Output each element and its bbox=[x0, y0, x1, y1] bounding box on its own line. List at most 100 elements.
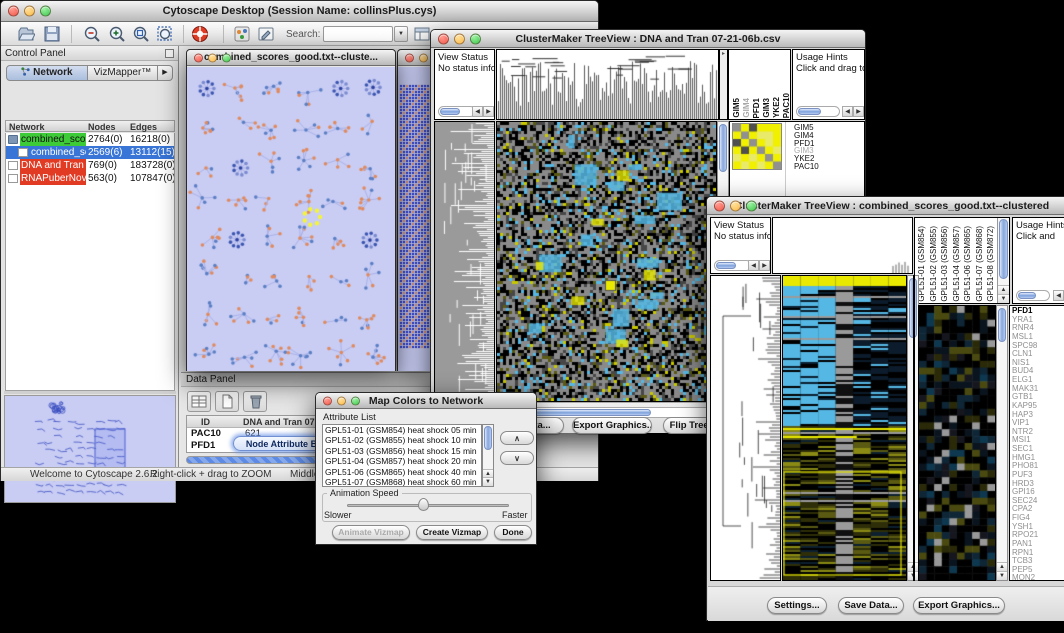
annotation-icon[interactable] bbox=[257, 25, 275, 43]
open-file-icon[interactable] bbox=[17, 25, 35, 43]
tv1-column-dendrogram[interactable] bbox=[496, 49, 719, 120]
tv1-usage-scrollbar[interactable]: ◀▶ bbox=[796, 106, 864, 117]
new-attribute-icon[interactable] bbox=[215, 391, 239, 412]
tv2-labels-vscrollbar[interactable]: ▲▼ bbox=[997, 218, 1009, 303]
tv1-column-label[interactable]: GIM4 bbox=[742, 98, 752, 118]
tv2-usage-scrollbar[interactable]: ◀▶ bbox=[1016, 290, 1064, 301]
treeview1-titlebar[interactable]: ClusterMaker TreeView : DNA and Tran 07-… bbox=[431, 30, 865, 48]
zoom-button[interactable] bbox=[40, 6, 51, 17]
treeview2-titlebar[interactable]: ClusterMaker TreeView : combined_scores_… bbox=[707, 197, 1064, 215]
tv2-column-label[interactable]: GPL51-02 (GSM855) bbox=[929, 226, 941, 302]
attribute-item[interactable]: GPL51-06 (GSM865) heat shock 40 min bbox=[323, 467, 481, 477]
tv1-column-label[interactable]: PFD1 bbox=[752, 98, 762, 118]
tv2-status-scrollbar[interactable]: ◀▶ bbox=[714, 260, 770, 271]
tv2-zoom-vscrollbar[interactable]: ▲▼ bbox=[996, 305, 1008, 581]
zoom-button[interactable] bbox=[470, 33, 481, 44]
zoom-button[interactable] bbox=[222, 53, 231, 62]
attribute-item[interactable]: GPL51-02 (GSM855) heat shock 10 min bbox=[323, 435, 481, 445]
tab-overflow-arrow[interactable]: ▶ bbox=[158, 65, 173, 81]
save-data-button[interactable]: Save Data... bbox=[838, 597, 904, 614]
network1-titlebar[interactable]: combined_scores_good.txt--cluste... bbox=[187, 50, 395, 66]
network-table-row[interactable]: combined_sco2569(6)13112(15) bbox=[6, 146, 174, 159]
minimize-button[interactable] bbox=[337, 396, 346, 405]
network-name: combined_scores bbox=[20, 133, 86, 146]
network1-canvas[interactable] bbox=[187, 67, 395, 371]
zoom-out-icon[interactable] bbox=[83, 25, 101, 43]
attribute-list-scrollbar[interactable]: ▲▼ bbox=[482, 424, 494, 487]
delete-attribute-icon[interactable] bbox=[243, 391, 267, 412]
gene-label[interactable]: MON2 bbox=[1012, 574, 1038, 581]
tv1-column-label[interactable]: YKE2 bbox=[772, 97, 782, 118]
tv1-heatmap[interactable] bbox=[496, 121, 717, 402]
minimize-button[interactable] bbox=[730, 200, 741, 211]
minimize-button[interactable] bbox=[454, 33, 465, 44]
tv2-heatmap[interactable] bbox=[782, 275, 907, 581]
tv1-row-label[interactable]: PAC10 bbox=[794, 163, 819, 171]
tv2-zoom-heatmap[interactable] bbox=[918, 305, 996, 581]
tv2-column-label[interactable]: GPL51-06 (GSM865) bbox=[963, 226, 975, 302]
minimize-button[interactable] bbox=[24, 6, 35, 17]
close-button[interactable] bbox=[194, 53, 203, 62]
move-down-button[interactable]: ∨ bbox=[500, 451, 534, 465]
tv1-column-label[interactable]: GIM5 bbox=[732, 98, 742, 118]
attribute-item[interactable]: GPL51-04 (GSM857) heat shock 20 min bbox=[323, 456, 481, 466]
zoom-fit-icon[interactable] bbox=[156, 25, 174, 43]
tv2-column-label[interactable]: GPL51-04 (GSM857) bbox=[952, 226, 964, 302]
zoom-in-icon[interactable] bbox=[108, 25, 126, 43]
close-button[interactable] bbox=[438, 33, 449, 44]
attribute-item[interactable]: GPL51-07 (GSM868) heat shock 60 min bbox=[323, 477, 481, 487]
tv1-row-dendrogram[interactable] bbox=[434, 121, 495, 402]
zoom-button[interactable] bbox=[351, 396, 360, 405]
close-button[interactable] bbox=[405, 53, 414, 62]
network2-canvas[interactable] bbox=[398, 67, 430, 371]
settings-button[interactable]: Settings... bbox=[767, 597, 827, 614]
tab-network[interactable]: Network bbox=[6, 65, 88, 81]
close-button[interactable] bbox=[714, 200, 725, 211]
tv2-column-dendrogram[interactable] bbox=[772, 217, 913, 274]
tv1-mini-heatmap[interactable] bbox=[732, 123, 782, 170]
tv1-dendro-scroll-strip[interactable]: ▸ bbox=[719, 49, 728, 120]
close-button[interactable] bbox=[8, 6, 19, 17]
close-button[interactable] bbox=[323, 396, 332, 405]
create-vizmap-button[interactable]: Create Vizmap bbox=[416, 525, 488, 540]
import-table-icon[interactable] bbox=[413, 25, 431, 43]
network-table-row[interactable]: combined_scores2764(0)16218(0) bbox=[6, 133, 174, 146]
attribute-item[interactable]: GPL51-03 (GSM856) heat shock 15 min bbox=[323, 446, 481, 456]
tv2-column-labels: GPL51-01 (GSM854)GPL51-02 (GSM855)GPL51-… bbox=[914, 217, 1010, 304]
birdseye-view[interactable] bbox=[4, 395, 176, 503]
tv1-column-label[interactable]: PAC10 bbox=[782, 93, 791, 118]
tv2-row-dendrogram[interactable] bbox=[710, 275, 781, 581]
save-session-icon[interactable] bbox=[43, 25, 61, 43]
move-up-button[interactable]: ∧ bbox=[500, 431, 534, 445]
done-button[interactable]: Done bbox=[494, 525, 532, 540]
attribute-list[interactable]: GPL51-01 (GSM854) heat shock 05 minGPL51… bbox=[322, 424, 482, 487]
network2-titlebar[interactable] bbox=[398, 50, 430, 66]
panel-splitter[interactable] bbox=[4, 391, 176, 394]
tv2-column-label[interactable]: GPL51-03 (GSM856) bbox=[940, 226, 952, 302]
tv1-column-label[interactable]: GIM3 bbox=[762, 98, 772, 118]
network-table-row[interactable]: DNA and Tran 07769(0)183728(0) bbox=[6, 159, 174, 172]
dialog-titlebar[interactable]: Map Colors to Network bbox=[316, 393, 536, 409]
tab-vizmapper[interactable]: VizMapper™ bbox=[88, 65, 158, 81]
float-panel-icon[interactable] bbox=[165, 49, 174, 58]
dialog-title: Map Colors to Network bbox=[369, 395, 483, 407]
tv1-status-scrollbar[interactable]: ◀▶ bbox=[438, 106, 494, 117]
zoom-selected-icon[interactable] bbox=[132, 25, 150, 43]
search-input[interactable] bbox=[323, 26, 393, 42]
treeview1-title: ClusterMaker TreeView : DNA and Tran 07-… bbox=[516, 33, 781, 45]
search-dropdown-arrow[interactable]: ▼ bbox=[394, 26, 408, 42]
attribute-item[interactable]: GPL51-01 (GSM854) heat shock 05 min bbox=[323, 425, 481, 435]
export-graphics-button[interactable]: Export Graphics... bbox=[572, 417, 652, 434]
tv2-column-label[interactable]: GPL51-08 (GSM872) bbox=[986, 226, 998, 302]
plugin-manager-icon[interactable] bbox=[233, 25, 251, 43]
export-graphics-button[interactable]: Export Graphics... bbox=[913, 597, 1005, 614]
tv2-column-label[interactable]: GPL51-07 (GSM868) bbox=[975, 226, 987, 302]
minimize-button[interactable] bbox=[419, 53, 428, 62]
help-lifering-icon[interactable] bbox=[191, 25, 209, 43]
zoom-button[interactable] bbox=[746, 200, 757, 211]
minimize-button[interactable] bbox=[208, 53, 217, 62]
slider-thumb[interactable] bbox=[418, 498, 429, 511]
main-titlebar[interactable]: Cytoscape Desktop (Session Name: collins… bbox=[1, 1, 598, 22]
attribute-table-icon[interactable] bbox=[187, 391, 211, 412]
network-table-row[interactable]: RNAPuberNov2+563(0)107847(0) bbox=[6, 172, 174, 185]
